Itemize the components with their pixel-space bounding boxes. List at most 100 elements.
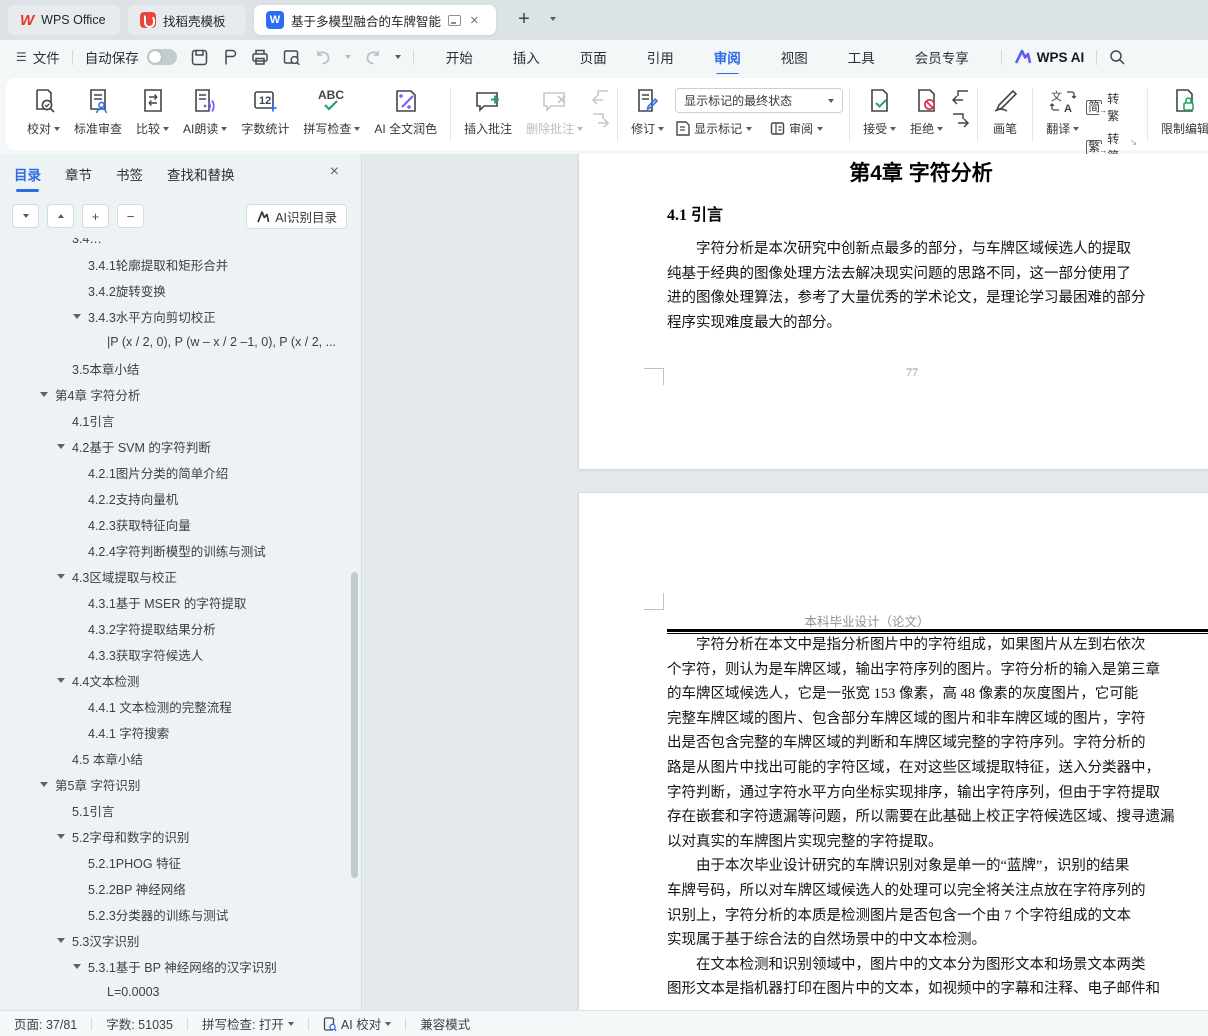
toc-item[interactable]: 4.3.2字符提取结果分析 (0, 615, 351, 641)
toc-item[interactable]: |P (x / 2, 0), P (w – x / 2 –1, 0), P (x… (0, 329, 351, 355)
sidebar-scrollbar-thumb[interactable] (351, 572, 358, 878)
toc-item[interactable]: 4.3.3获取字符候选人 (0, 641, 351, 667)
previous-comment-icon[interactable] (592, 90, 609, 105)
review-pane-button[interactable]: 审阅 (770, 120, 824, 137)
tab-document[interactable]: W 基于多模型融合的车牌智能识 × (254, 5, 496, 35)
next-comment-icon[interactable] (592, 113, 610, 128)
reject-button[interactable]: 拒绝 (903, 82, 950, 148)
expand-triangle-icon[interactable] (73, 963, 88, 969)
toc-item[interactable]: 3.4.2旋转变换 (0, 277, 351, 303)
toc-item[interactable]: 4.3.1基于 MSER 的字符提取 (0, 589, 351, 615)
proofread-button[interactable]: 校对 (20, 82, 67, 148)
toc-item[interactable]: 4.4.1 字符搜索 (0, 719, 351, 745)
compare-button[interactable]: 比较 (129, 82, 176, 148)
menu-tab[interactable]: 视图 (771, 40, 818, 74)
expand-triangle-icon[interactable] (73, 313, 88, 319)
output-pdf-icon[interactable] (222, 49, 237, 66)
standard-review-button[interactable]: 标准审查 (67, 82, 129, 148)
to-traditional-button[interactable]: 简 → 转繁 (1086, 90, 1131, 124)
spell-check-button[interactable]: ABC 拼写检查 (296, 82, 367, 148)
markup-state-dropdown[interactable]: 显示标记的最终状态 (675, 88, 844, 113)
expand-triangle-icon[interactable] (40, 781, 55, 787)
undo-history-chevron-icon[interactable] (344, 55, 351, 59)
toc-item[interactable]: 4.2.4字符判断模型的训练与测试 (0, 537, 351, 563)
insert-comment-button[interactable]: 插入批注 (457, 82, 519, 148)
ink-brush-button[interactable]: 画笔 (984, 82, 1026, 148)
ai-read-button[interactable]: AI朗读 (176, 82, 234, 148)
toc-item[interactable]: 5.2.1PHOG 特征 (0, 849, 351, 875)
sidebar-tab[interactable]: 查找和替换 (167, 164, 235, 192)
file-menu-button[interactable]: ☰ 文件 (16, 47, 60, 67)
sidebar-tab[interactable]: 章节 (65, 164, 92, 192)
screen-share-icon[interactable] (448, 14, 461, 26)
toc-item[interactable]: 4.2基于 SVM 的字符判断 (0, 433, 351, 459)
toc-item[interactable]: 4.4.1 文本检测的完整流程 (0, 693, 351, 719)
toc-item[interactable]: 3.4.3水平方向剪切校正 (0, 303, 351, 329)
restrict-edit-button[interactable]: 限制编辑 (1154, 82, 1208, 148)
toc-item[interactable]: 4.2.3获取特征向量 (0, 511, 351, 537)
toc-item[interactable]: 5.2.3分类器的训练与测试 (0, 901, 351, 927)
toc-item[interactable]: 5.2.2BP 神经网络 (0, 875, 351, 901)
document-page-77[interactable]: 第4章 字符分析 4.1 引言 字符分析是本次研究中创新点最多的部分，与车牌区域… (578, 154, 1208, 470)
toc-zoom-in-button[interactable]: + (82, 204, 109, 228)
ai-recognize-toc-button[interactable]: AI识别目录 (246, 204, 347, 229)
menu-tab[interactable]: 工具 (838, 40, 885, 74)
dialog-launcher-icon[interactable]: ↘ (1129, 137, 1137, 148)
toc-item[interactable]: 5.3.1基于 BP 神经网络的汉字识别 (0, 953, 351, 979)
document-page-78[interactable]: 本科毕业设计（论文） 字符分析在本文中是指分析图片中的字符组成，如果图片从左到右… (578, 492, 1208, 1010)
autosave-toggle[interactable] (146, 49, 177, 65)
toc-item[interactable]: 5.1引言 (0, 797, 351, 823)
sidebar-tab[interactable]: 书签 (116, 164, 143, 192)
translate-button[interactable]: 文A 翻译 (1039, 82, 1086, 148)
toc-expand-button[interactable] (47, 204, 74, 228)
toc-item[interactable]: 4.3区域提取与校正 (0, 563, 351, 589)
previous-revision-icon[interactable] (952, 90, 969, 105)
word-count-indicator[interactable]: 字数: 51035 (92, 1014, 187, 1033)
tab-wps-home[interactable]: W WPS Office (8, 5, 120, 35)
menu-tab[interactable]: 引用 (637, 40, 684, 74)
menu-tab[interactable]: 开始 (436, 40, 483, 74)
search-icon[interactable] (1109, 49, 1125, 65)
next-revision-icon[interactable] (952, 113, 970, 128)
ai-proofread-status[interactable]: AI 校对 (309, 1014, 405, 1033)
page-indicator[interactable]: 页面: 37/81 (0, 1014, 91, 1033)
toc-item[interactable]: 4.2.1图片分类的简单介绍 (0, 459, 351, 485)
menu-tab[interactable]: 会员专享 (905, 40, 979, 74)
toc-item[interactable]: 3.4… (0, 238, 351, 251)
quick-toolbar-chevron-icon[interactable] (394, 55, 401, 59)
expand-triangle-icon[interactable] (40, 391, 55, 397)
toc-item[interactable]: 4.2.2支持向量机 (0, 485, 351, 511)
toc-item[interactable]: 第5章 字符识别 (0, 771, 351, 797)
ai-polish-button[interactable]: AI 全文润色 (367, 82, 444, 148)
menu-tab[interactable]: 审阅 (704, 40, 751, 76)
toc-item[interactable]: 3.5本章小结 (0, 355, 351, 381)
toc-item[interactable]: 5.2字母和数字的识别 (0, 823, 351, 849)
toc-item[interactable]: 4.5 本章小结 (0, 745, 351, 771)
show-markup-button[interactable]: 显示标记 (675, 120, 753, 137)
tab-docer-templates[interactable]: 找稻壳模板 (128, 5, 246, 35)
tab-list-chevron-icon[interactable] (550, 17, 556, 21)
accept-button[interactable]: 接受 (856, 82, 903, 148)
word-count-button[interactable]: 12 字数统计 (234, 82, 296, 148)
toc-item[interactable]: 第4章 字符分析 (0, 381, 351, 407)
document-canvas[interactable]: 第4章 字符分析 4.1 引言 字符分析是本次研究中创新点最多的部分，与车牌区域… (363, 154, 1208, 1010)
undo-icon[interactable] (315, 50, 331, 65)
expand-triangle-icon[interactable] (57, 443, 72, 449)
expand-triangle-icon[interactable] (57, 573, 72, 579)
menu-tab[interactable]: 插入 (503, 40, 550, 74)
expand-triangle-icon[interactable] (57, 937, 72, 943)
toc-collapse-button[interactable] (12, 204, 39, 228)
wps-ai-button[interactable]: WPS AI (1014, 49, 1084, 65)
toc-item[interactable]: 3.4.1轮廓提取和矩形合并 (0, 251, 351, 277)
expand-triangle-icon[interactable] (57, 833, 72, 839)
sidebar-tab[interactable]: 目录 (14, 164, 41, 192)
print-preview-icon[interactable] (283, 49, 301, 66)
toc-item[interactable]: L=0.0003 (0, 979, 351, 1005)
menu-tab[interactable]: 页面 (570, 40, 617, 74)
new-tab-button[interactable]: + (512, 8, 536, 31)
toc-item[interactable]: 4.4文本检测 (0, 667, 351, 693)
toc-item[interactable]: 5.3汉字识别 (0, 927, 351, 953)
print-icon[interactable] (251, 49, 269, 65)
delete-comment-button[interactable]: 删除批注 (519, 82, 590, 148)
expand-triangle-icon[interactable] (57, 677, 72, 683)
